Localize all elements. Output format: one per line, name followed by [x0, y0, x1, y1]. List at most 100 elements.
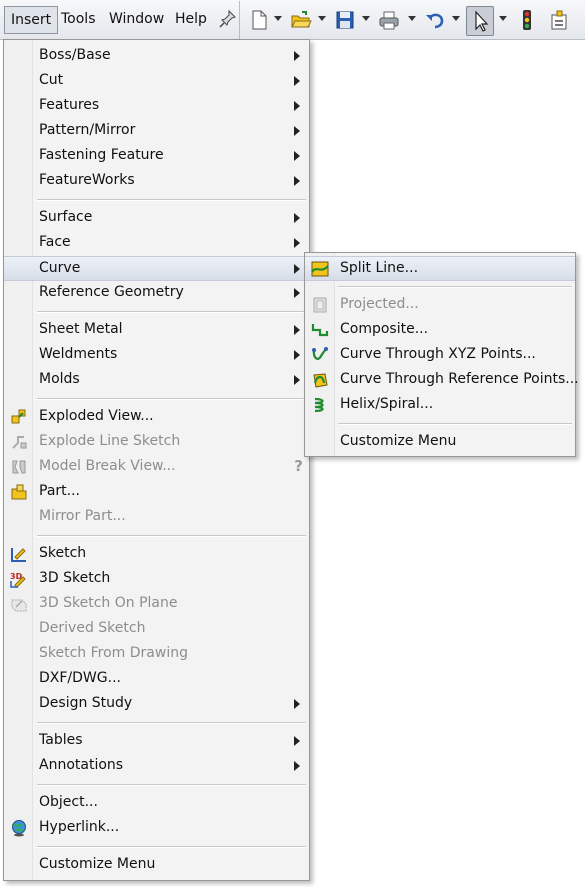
- menu-item-label: Sketch: [39, 545, 87, 561]
- exploded-view-icon: [10, 408, 28, 426]
- save-dropdown-icon[interactable]: [362, 16, 370, 21]
- menu-item-label: Surface: [39, 209, 93, 225]
- menu-item-sketch-from-drawing[interactable]: Sketch From Drawing: [4, 642, 309, 667]
- menu-item-cut[interactable]: Cut: [4, 69, 309, 94]
- menubar-help[interactable]: Help: [169, 6, 213, 34]
- menu-item-customize-menu[interactable]: Customize Menu: [4, 853, 309, 878]
- menu-item-label: Annotations: [39, 757, 124, 773]
- menubar-insert[interactable]: Insert: [4, 6, 59, 34]
- new-dropdown-icon[interactable]: [274, 16, 282, 21]
- menu-separator: [37, 311, 306, 313]
- menu-separator: [37, 784, 306, 786]
- sketch-icon: [10, 545, 28, 563]
- menu-item-surface[interactable]: Surface: [4, 206, 309, 231]
- menu-item-pattern-mirror[interactable]: Pattern/Mirror: [4, 119, 309, 144]
- menu-item-label: Part...: [39, 483, 80, 499]
- menu-item-label: Helix/Spiral...: [340, 396, 434, 412]
- menu-item-curve-through-reference-points[interactable]: Curve Through Reference Points...: [305, 368, 579, 393]
- select-dropdown-icon[interactable]: [499, 16, 507, 21]
- menu-separator: [338, 423, 572, 425]
- undo-icon[interactable]: [424, 9, 446, 31]
- menu-item-3d-sketch-on-plane[interactable]: 3D Sketch On Plane: [4, 592, 309, 617]
- menu-item-curve-through-xyz-points[interactable]: Curve Through XYZ Points...: [305, 343, 575, 368]
- menu-item-dxf-dwg[interactable]: DXF/DWG...: [4, 667, 309, 692]
- submenu-arrow-icon: [294, 76, 300, 86]
- new-document-icon[interactable]: [248, 9, 270, 31]
- menu-item-face[interactable]: Face: [4, 231, 309, 256]
- menu-item-label: Composite...: [340, 321, 429, 337]
- menu-item-sheet-metal[interactable]: Sheet Metal: [4, 318, 309, 343]
- submenu-arrow-icon: [294, 761, 300, 771]
- menu-item-boss-base[interactable]: Boss/Base: [4, 44, 309, 69]
- menu-item-label: Derived Sketch: [39, 620, 146, 636]
- menu-item-weldments[interactable]: Weldments: [4, 343, 309, 368]
- open-folder-icon[interactable]: [290, 9, 312, 31]
- menu-item-label: DXF/DWG...: [39, 670, 121, 686]
- submenu-arrow-icon: [294, 126, 300, 136]
- submenu-arrow-icon: [294, 51, 300, 61]
- menu-item-curve[interactable]: Curve: [4, 256, 309, 281]
- menu-item-explode-line-sketch[interactable]: Explode Line Sketch: [4, 430, 309, 455]
- submenu-arrow-icon: [294, 325, 300, 335]
- submenu-arrow-icon: [294, 238, 300, 248]
- menu-item-projected[interactable]: Projected...: [305, 293, 575, 318]
- menu-item-features[interactable]: Features: [4, 94, 309, 119]
- globe-icon: [10, 819, 28, 837]
- undo-dropdown-icon[interactable]: [452, 16, 460, 21]
- menu-item-label: Exploded View...: [39, 408, 154, 424]
- menu-item-sketch[interactable]: Sketch: [4, 542, 309, 567]
- open-dropdown-icon[interactable]: [318, 16, 326, 21]
- menu-item-model-break-view[interactable]: Model Break View... ?: [4, 455, 309, 480]
- menu-item-label: Face: [39, 234, 71, 250]
- menu-item-annotations[interactable]: Annotations: [4, 754, 309, 779]
- menu-item-split-line[interactable]: Split Line...: [305, 256, 575, 281]
- menu-item-label: Customize Menu: [340, 433, 457, 449]
- traffic-light-icon[interactable]: [516, 9, 538, 31]
- menu-item-label: Features: [39, 97, 100, 113]
- menu-item-derived-sketch[interactable]: Derived Sketch: [4, 617, 309, 642]
- menu-item-mirror-part[interactable]: Mirror Part...: [4, 505, 309, 530]
- standard-toolbar: [239, 1, 585, 39]
- menu-item-label: Fastening Feature: [39, 147, 164, 163]
- submenu-arrow-icon: [294, 176, 300, 186]
- submenu-arrow-icon: [294, 101, 300, 111]
- submenu-arrow-icon: [294, 699, 300, 709]
- menu-item-composite[interactable]: Composite...: [305, 318, 575, 343]
- menu-item-helix-spiral[interactable]: Helix/Spiral...: [305, 393, 575, 418]
- menu-separator: [37, 846, 306, 848]
- help-question-icon[interactable]: ?: [294, 457, 303, 475]
- menu-item-fastening-feature[interactable]: Fastening Feature: [4, 144, 309, 169]
- save-icon[interactable]: [334, 9, 356, 31]
- menu-item-customize-menu[interactable]: Customize Menu: [305, 430, 575, 455]
- menu-item-3d-sketch[interactable]: 3D 3D Sketch: [4, 567, 309, 592]
- menu-item-label: Model Break View...: [39, 458, 176, 474]
- menu-item-label: Molds: [39, 371, 80, 387]
- menu-item-reference-geometry[interactable]: Reference Geometry: [4, 281, 309, 306]
- submenu-arrow-icon: [294, 151, 300, 161]
- print-dropdown-icon[interactable]: [408, 16, 416, 21]
- menu-item-design-study[interactable]: Design Study: [4, 692, 309, 717]
- options-icon[interactable]: [548, 9, 570, 31]
- menu-item-object[interactable]: Object...: [4, 791, 309, 816]
- menu-item-label: Customize Menu: [39, 856, 156, 872]
- pin-icon[interactable]: [213, 9, 236, 29]
- menu-separator: [37, 722, 306, 724]
- menubar-tools[interactable]: Tools: [55, 6, 102, 34]
- menu-item-hyperlink[interactable]: Hyperlink...: [4, 816, 309, 841]
- submenu-arrow-icon: [294, 375, 300, 385]
- menu-item-molds[interactable]: Molds: [4, 368, 309, 393]
- menu-item-tables[interactable]: Tables: [4, 729, 309, 754]
- curve-reference-points-icon: [311, 371, 329, 389]
- menu-item-label: Explode Line Sketch: [39, 433, 181, 449]
- submenu-arrow-icon: [294, 213, 300, 223]
- menu-item-label: Pattern/Mirror: [39, 122, 136, 138]
- menu-item-label: Projected...: [340, 296, 419, 312]
- menu-item-featureworks[interactable]: FeatureWorks: [4, 169, 309, 194]
- menu-item-part[interactable]: Part...: [4, 480, 309, 505]
- print-icon[interactable]: [378, 9, 400, 31]
- menubar-window[interactable]: Window: [103, 6, 170, 34]
- menu-item-label: Mirror Part...: [39, 508, 126, 524]
- menu-item-exploded-view[interactable]: Exploded View...: [4, 405, 309, 430]
- menu-separator: [37, 535, 306, 537]
- select-arrow-icon[interactable]: [466, 6, 494, 36]
